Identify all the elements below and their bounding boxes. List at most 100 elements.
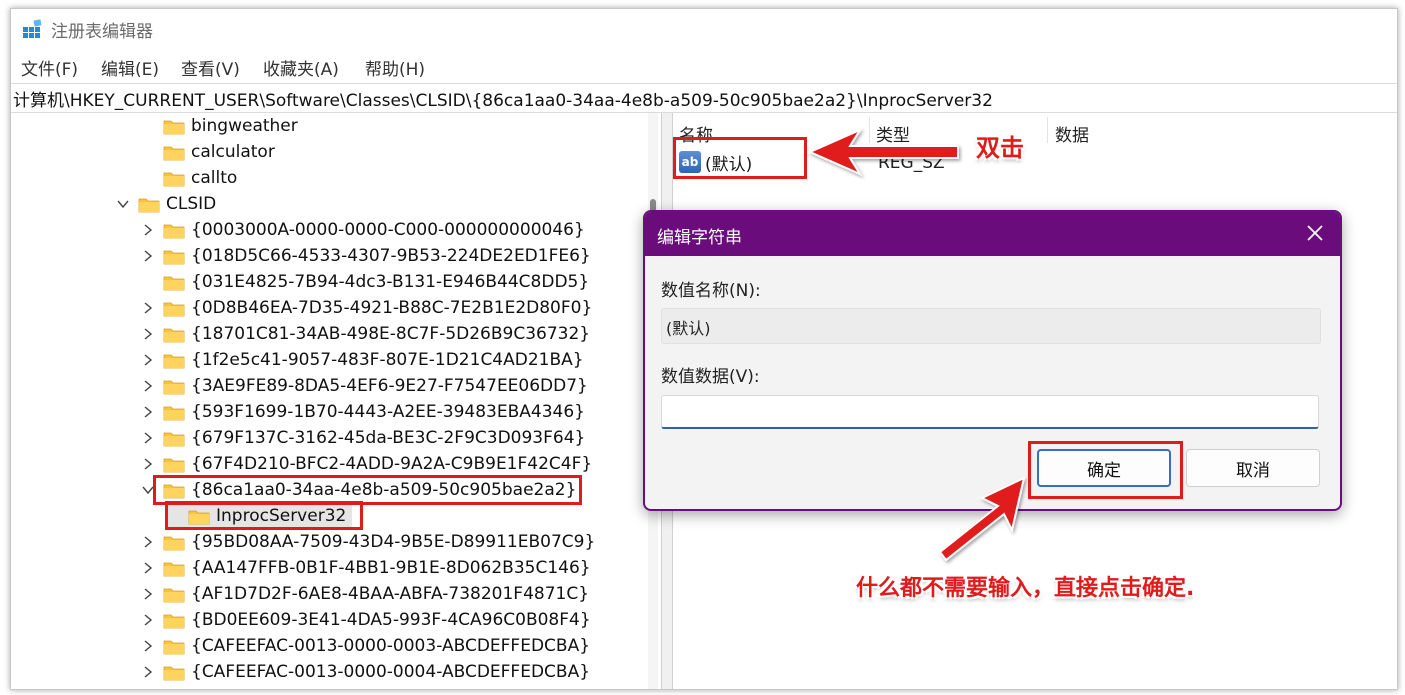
tree-item-label: bingweather: [191, 116, 298, 136]
cancel-button[interactable]: 取消: [1186, 449, 1320, 487]
folder-icon: [138, 198, 160, 212]
chevron-right-icon[interactable]: [141, 379, 155, 393]
title-bar: 注册表编辑器: [11, 9, 1397, 49]
value-data-input[interactable]: [661, 395, 1319, 429]
tree-item-label: {3AE9FE89-8DA5-4EF6-9E27-F7547EE06DD7}: [191, 376, 588, 396]
tree-item[interactable]: bingweather: [141, 113, 298, 139]
highlight-default-value: [673, 137, 807, 179]
chevron-right-icon[interactable]: [141, 613, 155, 627]
value-name-text: (默认): [666, 319, 711, 338]
value-name-field: (默认): [661, 308, 1321, 344]
tree-item[interactable]: {593F1699-1B70-4443-A2EE-39483EBA4346}: [141, 399, 585, 425]
tree-item-label: {0D8B46EA-7D35-4921-B88C-7E2B1E2D80F0}: [191, 298, 593, 318]
tree-spacer: [141, 275, 155, 289]
chevron-right-icon[interactable]: [141, 535, 155, 549]
tree-item[interactable]: {18701C81-34AB-498E-8C7F-5D26B9C36732}: [141, 321, 590, 347]
chevron-right-icon[interactable]: [141, 327, 155, 341]
tree-spacer: [141, 119, 155, 133]
tree-item[interactable]: calculator: [141, 139, 275, 165]
column-header-data[interactable]: 数据: [1055, 121, 1089, 146]
column-header-type[interactable]: 类型: [876, 121, 910, 146]
chevron-right-icon[interactable]: [141, 587, 155, 601]
folder-icon: [163, 640, 185, 654]
folder-icon: [163, 458, 185, 472]
menu-bar: 文件(F) 编辑(E) 查看(V) 收藏夹(A) 帮助(H): [11, 49, 1397, 83]
tree-item-label: {CAFEEFAC-0013-0000-0003-ABCDEFFEDCBA}: [191, 636, 591, 656]
key-tree-pane[interactable]: bingweather calculator callto CLSID {0003000…: [11, 113, 661, 689]
tree-item-label: {018D5C66-4533-4307-9B53-224DE2ED1FE6}: [191, 246, 591, 266]
highlight-inprocserver32: [165, 501, 363, 530]
tree-item[interactable]: {BD0EE609-3E41-4DA5-993F-4CA96C0B08F4}: [141, 607, 591, 633]
chevron-right-icon[interactable]: [141, 457, 155, 471]
tree-item-label: callto: [191, 168, 238, 188]
folder-icon: [163, 380, 185, 394]
tree-item-label: {18701C81-34AB-498E-8C7F-5D26B9C36732}: [191, 324, 591, 344]
tree-item[interactable]: CLSID: [116, 191, 216, 217]
tree-item[interactable]: {0003000A-0000-0000-C000-000000000046}: [141, 217, 585, 243]
folder-icon: [163, 172, 185, 186]
tree-item[interactable]: {95BD08AA-7509-43D4-9B5E-D89911EB07C9}: [141, 529, 595, 555]
menu-favorites[interactable]: 收藏夹(A): [259, 53, 343, 82]
menu-file[interactable]: 文件(F): [17, 53, 82, 82]
chevron-right-icon[interactable]: [141, 353, 155, 367]
chevron-right-icon[interactable]: [141, 249, 155, 263]
tree-item-label: {AF1D7D2F-6AE8-4BAA-ABFA-738201F4871C}: [191, 584, 590, 604]
folder-icon: [163, 224, 185, 238]
address-bar[interactable]: 计算机\HKEY_CURRENT_USER\Software\Classes\C…: [11, 83, 1397, 113]
window-title: 注册表编辑器: [51, 22, 153, 42]
tree-item[interactable]: {018D5C66-4533-4307-9B53-224DE2ED1FE6}: [141, 243, 591, 269]
tree-item-label: {BD0EE609-3E41-4DA5-993F-4CA96C0B08F4}: [191, 610, 591, 630]
tree-item-label: {1f2e5c41-9057-483F-807E-1D21C4AD21BA}: [191, 350, 584, 370]
tree-item[interactable]: {679F137C-3162-45da-BE3C-2F9C3D093F64}: [141, 425, 585, 451]
highlight-ok-button: [1028, 441, 1183, 499]
chevron-right-icon[interactable]: [141, 431, 155, 445]
tree-item[interactable]: callto: [141, 165, 237, 191]
tree-spacer: [141, 171, 155, 185]
registry-editor-app-icon: [23, 19, 42, 38]
tree-item[interactable]: {031E4825-7B94-4dc3-B131-E946B44C8DD5}: [141, 269, 589, 295]
folder-icon: [163, 250, 185, 264]
dialog-title: 编辑字符串: [657, 228, 742, 248]
menu-edit[interactable]: 编辑(E): [97, 53, 163, 82]
tree-item-label: {679F137C-3162-45da-BE3C-2F9C3D093F64}: [191, 428, 586, 448]
tree-item-label: calculator: [191, 142, 275, 162]
tree-item[interactable]: {CAFEEFAC-0013-0000-0003-ABCDEFFEDCBA}: [141, 633, 590, 659]
folder-icon: [163, 354, 185, 368]
tree-item-label: {031E4825-7B94-4dc3-B131-E946B44C8DD5}: [191, 272, 590, 292]
chevron-right-icon[interactable]: [141, 665, 155, 679]
chevron-right-icon[interactable]: [141, 223, 155, 237]
menu-help[interactable]: 帮助(H): [361, 53, 429, 82]
chevron-right-icon[interactable]: [141, 301, 155, 315]
tree-item-label: {AA147FFB-0B1F-4BB1-9B1E-8D062B35C146}: [191, 558, 591, 578]
folder-icon: [163, 432, 185, 446]
tree-item[interactable]: {AA147FFB-0B1F-4BB1-9B1E-8D062B35C146}: [141, 555, 591, 581]
folder-icon: [163, 328, 185, 342]
tree-item[interactable]: {1f2e5c41-9057-483F-807E-1D21C4AD21BA}: [141, 347, 584, 373]
chevron-down-icon[interactable]: [116, 197, 130, 211]
tree-item-label: {95BD08AA-7509-43D4-9B5E-D89911EB07C9}: [191, 532, 596, 552]
folder-icon: [163, 588, 185, 602]
tree-item[interactable]: {67F4D210-BFC2-4ADD-9A2A-C9B9E1F42C4F}: [141, 451, 592, 477]
chevron-right-icon[interactable]: [141, 405, 155, 419]
address-path[interactable]: 计算机\HKEY_CURRENT_USER\Software\Classes\C…: [13, 86, 993, 111]
folder-icon: [163, 276, 185, 290]
chevron-right-icon[interactable]: [141, 639, 155, 653]
chevron-right-icon[interactable]: [141, 561, 155, 575]
tree-item[interactable]: {0D8B46EA-7D35-4921-B88C-7E2B1E2D80F0}: [141, 295, 592, 321]
dialog-title-bar[interactable]: 编辑字符串: [645, 212, 1340, 256]
menu-view[interactable]: 查看(V): [177, 53, 244, 82]
close-icon[interactable]: [1304, 222, 1326, 244]
folder-icon: [163, 562, 185, 576]
annotation-double-click: 双击: [976, 134, 1024, 162]
tree-spacer: [141, 145, 155, 159]
value-type: REG_SZ: [878, 153, 945, 173]
column-separator[interactable]: [869, 117, 870, 143]
tree-item[interactable]: {CAFEEFAC-0013-0000-0004-ABCDEFFEDCBA}: [141, 659, 590, 685]
tree-item[interactable]: {3AE9FE89-8DA5-4EF6-9E27-F7547EE06DD7}: [141, 373, 588, 399]
tree-item-label: {CAFEEFAC-0013-0000-0004-ABCDEFFEDCBA}: [191, 662, 591, 682]
folder-icon: [163, 146, 185, 160]
folder-icon: [163, 536, 185, 550]
column-separator[interactable]: [1047, 117, 1048, 143]
annotation-instruction: 什么都不需要输入，直接点击确定.: [856, 576, 1195, 601]
tree-item[interactable]: {AF1D7D2F-6AE8-4BAA-ABFA-738201F4871C}: [141, 581, 589, 607]
